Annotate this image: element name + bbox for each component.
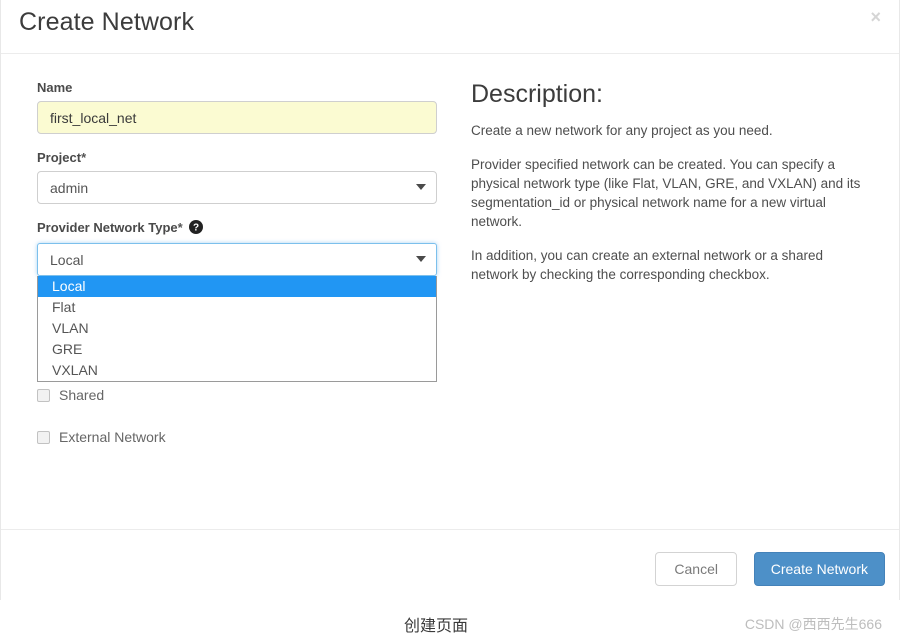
description-title: Description: [471, 80, 603, 108]
shared-checkbox-row[interactable]: Shared [37, 387, 437, 403]
option-item[interactable]: VLAN [38, 318, 436, 339]
shared-checkbox-label[interactable]: Shared [59, 387, 104, 403]
cancel-button[interactable]: Cancel [655, 552, 737, 586]
network-form: Name Project* admin Provider Network Typ… [37, 80, 437, 445]
description-paragraph: Create a new network for any project as … [471, 123, 773, 138]
page-title: Create Network [19, 8, 195, 36]
external-network-checkbox-row[interactable]: External Network [37, 429, 437, 445]
required-marker: * [81, 150, 87, 165]
option-item[interactable]: VXLAN [38, 360, 436, 381]
provider-network-type-select[interactable]: Local [37, 243, 437, 276]
project-label-text: Project [37, 150, 82, 165]
provider-network-type-label: Provider Network Type* ? [37, 220, 437, 237]
external-network-checkbox-label[interactable]: External Network [59, 429, 166, 445]
option-item[interactable]: GRE [38, 339, 436, 360]
description-panel: Description: Create a new network for an… [471, 80, 871, 299]
name-input[interactable] [37, 101, 437, 134]
svg-text:?: ? [193, 223, 199, 234]
modal-footer: Cancel Create Network [1, 529, 899, 600]
description-paragraph: Provider specified network can be create… [471, 157, 861, 229]
required-marker: * [177, 220, 183, 235]
provider-network-type-label-text: Provider Network Type [37, 220, 178, 235]
watermark: CSDN @西西先生666 [744, 616, 882, 632]
field-provider-network-type: Provider Network Type* ? Local Local Fla… [37, 220, 437, 382]
field-name: Name [37, 80, 437, 134]
page-caption: 创建页面 [404, 618, 469, 635]
external-network-checkbox[interactable] [37, 430, 50, 444]
description-paragraph: In addition, you can create an external … [471, 248, 823, 282]
modal-body: Name Project* admin Provider Network Typ… [1, 54, 899, 529]
provider-network-type-select-wrap: Local Local Flat VLAN GRE VXLAN [37, 243, 437, 382]
option-item[interactable]: Flat [38, 297, 436, 318]
question-circle-icon[interactable]: ? [189, 220, 204, 237]
project-select-wrap: admin [37, 171, 437, 204]
option-item[interactable]: Local [38, 276, 436, 297]
modal-header: Create Network × [1, 0, 899, 54]
field-project: Project* admin [37, 150, 437, 204]
provider-network-type-options: Local Flat VLAN GRE VXLAN [37, 276, 437, 382]
shared-checkbox[interactable] [37, 388, 50, 402]
name-label: Name [37, 80, 73, 95]
project-label: Project* [37, 150, 437, 165]
project-select[interactable]: admin [37, 171, 437, 204]
create-network-modal: Create Network × Name Project* admin [0, 0, 900, 600]
create-network-button[interactable]: Create Network [753, 552, 885, 586]
close-icon[interactable]: × [864, 4, 887, 30]
